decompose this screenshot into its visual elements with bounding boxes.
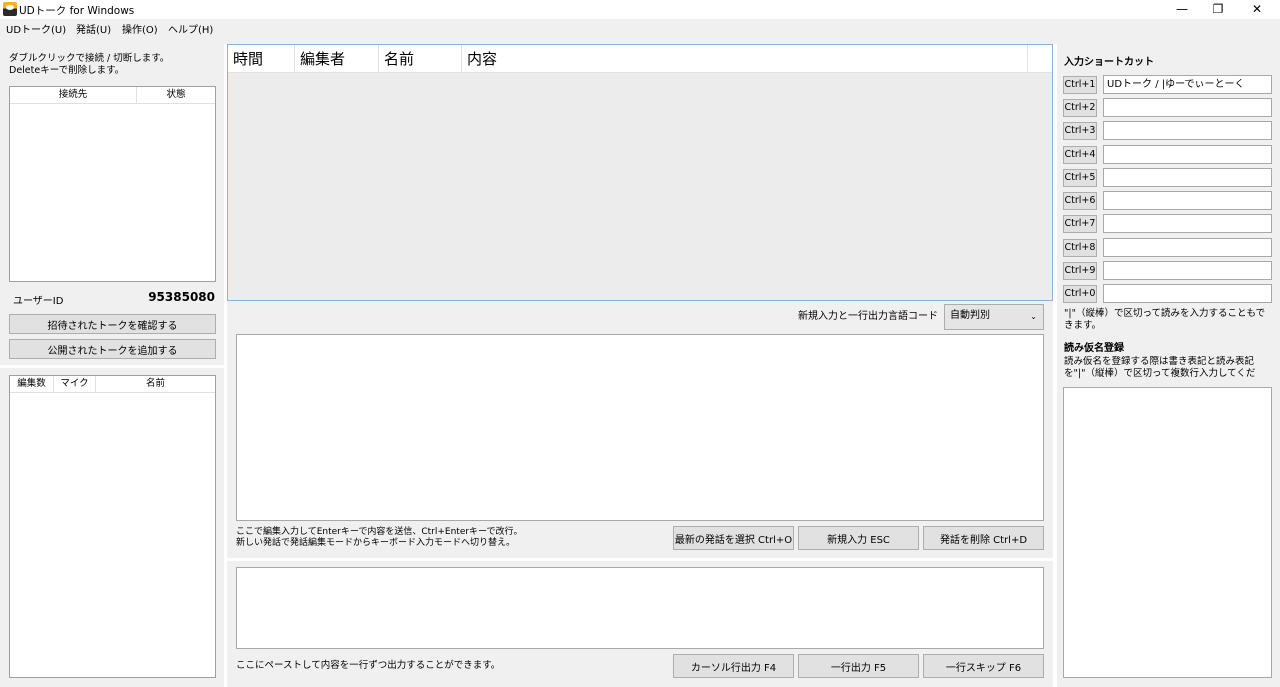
shortcut-note: "|"（縦棒）で区切って読みを入力することもできます。 <box>1064 308 1266 331</box>
shortcut-input-0[interactable] <box>1103 284 1272 303</box>
editor-list[interactable]: 編集数 マイク 名前 <box>9 375 216 678</box>
close-icon[interactable]: ✕ <box>1240 0 1274 19</box>
paste-hint: ここにペーストして内容を一行ずつ出力することができます。 <box>236 660 501 671</box>
column-header-mic[interactable]: マイク <box>54 376 96 392</box>
shortcut-key-ctrl-2[interactable]: Ctrl+2 <box>1063 99 1097 117</box>
center-pane-splitter[interactable] <box>227 558 1053 561</box>
language-code-select[interactable]: 自動判別 ⌄ <box>944 304 1044 330</box>
new-input-button[interactable]: 新規入力 ESC <box>798 526 919 550</box>
pane-divider-right[interactable] <box>1053 44 1057 687</box>
column-header-editor[interactable]: 編集者 <box>295 45 379 73</box>
shortcut-key-ctrl-6[interactable]: Ctrl+6 <box>1063 192 1097 210</box>
check-invited-talk-button[interactable]: 招待されたトークを確認する <box>9 314 216 334</box>
select-latest-utterance-button[interactable]: 最新の発話を選択 Ctrl+O <box>673 526 794 550</box>
reading-registration-note: 読み仮名を登録する際は書き表記と読み表記を"|"（縦棒）で区切って複数行入力して… <box>1064 356 1256 379</box>
shortcut-input-9[interactable] <box>1103 261 1272 280</box>
menu-help[interactable]: ヘルプ(H) <box>168 21 213 36</box>
edit-input-area[interactable] <box>236 334 1044 521</box>
menu-utterance[interactable]: 発話(U) <box>76 21 111 36</box>
utterance-grid-header: 時間 編集者 名前 内容 <box>228 45 1052 73</box>
editor-list-header: 編集数 マイク 名前 <box>10 376 215 393</box>
shortcut-input-1[interactable]: UDトーク / |ゆーでぃーとーく <box>1103 75 1272 94</box>
language-code-value: 自動判別 <box>950 310 990 321</box>
chevron-down-icon: ⌄ <box>1030 312 1037 321</box>
user-id-value: 95385080 <box>148 290 215 304</box>
shortcut-input-3[interactable] <box>1103 121 1272 140</box>
column-header-time[interactable]: 時間 <box>228 45 295 73</box>
line-skip-button[interactable]: 一行スキップ F6 <box>923 654 1044 678</box>
language-code-label: 新規入力と一行出力言語コード <box>798 311 938 322</box>
menu-operation[interactable]: 操作(O) <box>122 21 158 36</box>
menu-udtalk[interactable]: UDトーク(U) <box>6 21 66 36</box>
app-icon <box>3 2 17 16</box>
add-public-talk-button[interactable]: 公開されたトークを追加する <box>9 339 216 359</box>
menu-bar: UDトーク(U) 発話(U) 操作(O) ヘルプ(H) <box>0 19 1280 43</box>
edit-hint: ここで編集入力してEnterキーで内容を送信、Ctrl+Enterキーで改行。 … <box>236 527 523 548</box>
shortcut-input-5[interactable] <box>1103 168 1272 187</box>
reading-registration-title: 読み仮名登録 <box>1064 343 1124 354</box>
title-bar: UDトーク for Windows — ❐ ✕ <box>0 0 1280 19</box>
shortcuts-title: 入力ショートカット <box>1064 57 1154 68</box>
shortcut-key-ctrl-8[interactable]: Ctrl+8 <box>1063 239 1097 257</box>
user-id-label: ユーザーID <box>13 296 64 307</box>
paste-input-area[interactable] <box>236 567 1044 649</box>
shortcut-key-ctrl-0[interactable]: Ctrl+0 <box>1063 285 1097 303</box>
column-header-content[interactable]: 内容 <box>462 45 1028 73</box>
shortcut-key-ctrl-7[interactable]: Ctrl+7 <box>1063 215 1097 233</box>
delete-utterance-button[interactable]: 発話を削除 Ctrl+D <box>923 526 1044 550</box>
line-output-button[interactable]: 一行出力 F5 <box>798 654 919 678</box>
shortcut-input-7[interactable] <box>1103 214 1272 233</box>
shortcut-key-ctrl-5[interactable]: Ctrl+5 <box>1063 169 1097 187</box>
minimize-icon[interactable]: — <box>1165 0 1199 19</box>
column-header-destination[interactable]: 接続先 <box>10 87 137 103</box>
shortcut-key-ctrl-4[interactable]: Ctrl+4 <box>1063 146 1097 164</box>
column-header-name[interactable]: 名前 <box>96 376 215 392</box>
restore-icon[interactable]: ❐ <box>1201 0 1235 19</box>
column-header-status[interactable]: 状態 <box>137 87 215 103</box>
shortcut-input-8[interactable] <box>1103 238 1272 257</box>
connection-list[interactable]: 接続先 状態 <box>9 86 216 282</box>
left-pane-splitter[interactable] <box>0 365 224 368</box>
connection-list-header: 接続先 状態 <box>10 87 215 104</box>
shortcut-key-ctrl-1[interactable]: Ctrl+1 <box>1063 76 1097 94</box>
window-title: UDトーク for Windows <box>19 5 135 17</box>
shortcut-key-ctrl-9[interactable]: Ctrl+9 <box>1063 262 1097 280</box>
column-header-edit-count[interactable]: 編集数 <box>10 376 54 392</box>
connection-hint: ダブルクリックで接続 / 切断します。 Deleteキーで削除します。 <box>9 53 170 76</box>
column-header-filler <box>1028 45 1052 73</box>
shortcut-key-ctrl-3[interactable]: Ctrl+3 <box>1063 122 1097 140</box>
shortcut-input-2[interactable] <box>1103 98 1272 117</box>
utterance-grid[interactable]: 時間 編集者 名前 内容 <box>227 44 1053 301</box>
reading-registration-input[interactable] <box>1063 387 1272 678</box>
column-header-speaker-name[interactable]: 名前 <box>379 45 462 73</box>
shortcut-input-4[interactable] <box>1103 145 1272 164</box>
shortcut-input-6[interactable] <box>1103 191 1272 210</box>
cursor-line-output-button[interactable]: カーソル行出力 F4 <box>673 654 794 678</box>
